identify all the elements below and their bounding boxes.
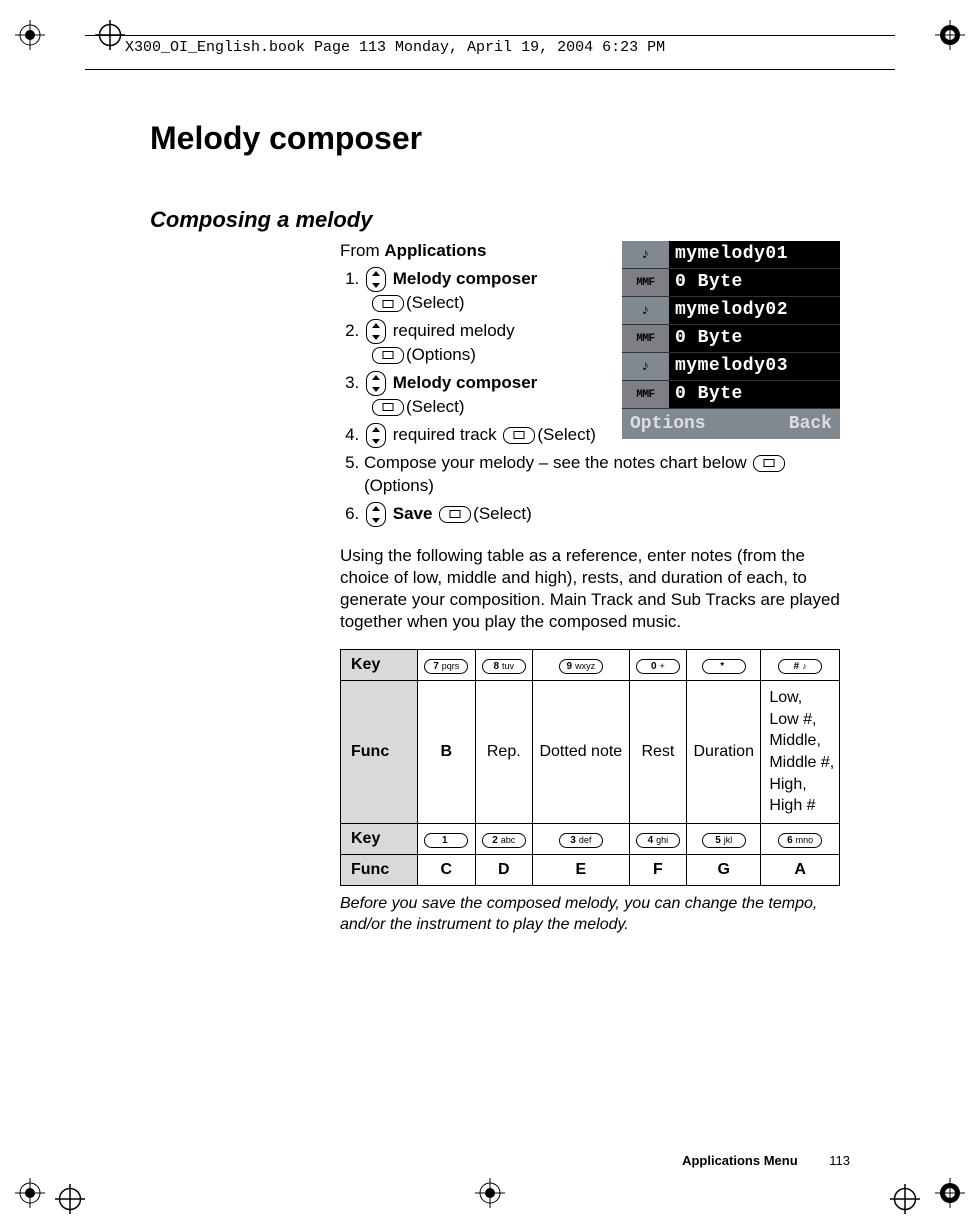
nav-updown-icon <box>366 502 386 527</box>
reference-paragraph: Using the following table as a reference… <box>340 545 840 633</box>
step-text: Melody composer <box>393 373 538 392</box>
row-header-key: Key <box>341 824 418 855</box>
nav-updown-icon <box>366 319 386 344</box>
intro-bold: Applications <box>384 241 486 260</box>
nav-updown-icon <box>366 267 386 292</box>
step-suffix: (Select) <box>473 504 532 523</box>
softkey-icon <box>372 295 404 312</box>
crop-mark-icon <box>890 1184 910 1204</box>
func-cell: Rest <box>629 681 687 824</box>
page-footer: Applications Menu 113 <box>682 1153 850 1168</box>
step-suffix: (Options) <box>364 476 434 495</box>
note-icon: ♪ <box>622 353 669 380</box>
row-header-func: Func <box>341 681 418 824</box>
step-text: Save <box>393 504 433 523</box>
func-cell: Rep. <box>475 681 533 824</box>
note-icon: ♪ <box>622 297 669 324</box>
softkey-icon <box>503 427 535 444</box>
crop-mark-icon <box>475 1178 505 1208</box>
footer-section: Applications Menu <box>682 1153 798 1168</box>
mmf-badge: MMF <box>622 325 669 352</box>
phone-screenshot: ♪ mymelody01 MMF 0 Byte ♪ mymelody02 MMF… <box>622 241 840 439</box>
func-cell: G <box>687 855 761 886</box>
melody-name: mymelody03 <box>669 353 840 380</box>
note-icon: ♪ <box>622 241 669 268</box>
step-suffix: (Select) <box>537 425 596 444</box>
key-cell: 3def <box>533 824 630 855</box>
footnote: Before you save the composed melody, you… <box>340 894 840 936</box>
func-cell: Low,Low #,Middle,Middle #,High,High # <box>761 681 840 824</box>
key-cell: 9wxyz <box>533 650 630 681</box>
step-suffix: (Select) <box>406 293 465 312</box>
nav-updown-icon <box>366 423 386 448</box>
softkey-icon <box>753 455 785 472</box>
key-cell: 0+ <box>629 650 687 681</box>
key-cell: 6mno <box>761 824 840 855</box>
softkey-icon <box>372 399 404 416</box>
melody-size: 0 Byte <box>669 269 840 296</box>
key-cell: 5jkl <box>687 824 761 855</box>
key-cell: 7pqrs <box>418 650 476 681</box>
intro-prefix: From <box>340 241 384 260</box>
page-title: Melody composer <box>150 120 840 157</box>
func-cell: A <box>761 855 840 886</box>
softkey-options: Options <box>622 409 731 439</box>
softkey-back: Back <box>731 409 840 439</box>
crop-mark-icon <box>55 1184 75 1204</box>
softkey-icon <box>372 347 404 364</box>
mmf-badge: MMF <box>622 381 669 408</box>
melody-name: mymelody02 <box>669 297 840 324</box>
key-cell: * <box>687 650 761 681</box>
section-title: Composing a melody <box>150 207 840 233</box>
step-text: Melody composer <box>393 269 538 288</box>
key-cell: 2abc <box>475 824 533 855</box>
func-cell: F <box>629 855 687 886</box>
mmf-badge: MMF <box>622 269 669 296</box>
step-text: Compose your melody – see the notes char… <box>364 453 751 472</box>
func-cell: Duration <box>687 681 761 824</box>
crop-mark-icon <box>15 1178 45 1208</box>
step-6: Save (Select) <box>364 502 840 527</box>
key-cell: #♪ <box>761 650 840 681</box>
melody-name: mymelody01 <box>669 241 840 268</box>
page-number: 113 <box>829 1153 850 1168</box>
key-cell: 4ghi <box>629 824 687 855</box>
func-cell: B <box>418 681 476 824</box>
melody-size: 0 Byte <box>669 325 840 352</box>
key-cell: 1 <box>418 824 476 855</box>
row-header-key: Key <box>341 650 418 681</box>
func-cell: D <box>475 855 533 886</box>
step-5: Compose your melody – see the notes char… <box>364 452 840 498</box>
step-text: required track <box>388 425 501 444</box>
crop-mark-icon <box>935 1178 965 1208</box>
func-cell: C <box>418 855 476 886</box>
key-cell: 8tuv <box>475 650 533 681</box>
nav-updown-icon <box>366 371 386 396</box>
step-text: required melody <box>388 321 515 340</box>
func-cell: E <box>533 855 630 886</box>
step-suffix: (Options) <box>406 345 476 364</box>
key-function-table: Key 7pqrs 8tuv 9wxyz 0+ * #♪ Func B Rep.… <box>340 649 840 886</box>
row-header-func: Func <box>341 855 418 886</box>
softkey-icon <box>439 506 471 523</box>
func-cell: Dotted note <box>533 681 630 824</box>
melody-size: 0 Byte <box>669 381 840 408</box>
step-suffix: (Select) <box>406 397 465 416</box>
